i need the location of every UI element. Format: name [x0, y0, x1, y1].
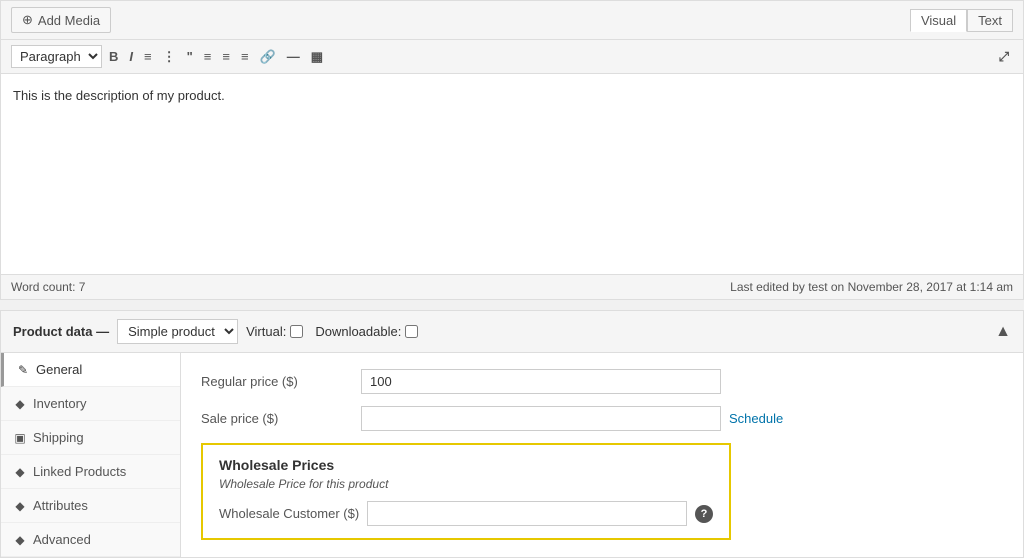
word-count: Word count: 7 — [11, 280, 85, 294]
regular-price-input[interactable] — [361, 369, 721, 394]
attributes-icon: ◆ — [13, 499, 27, 513]
inventory-icon: ◆ — [13, 397, 27, 411]
unordered-list-button[interactable]: ≡ — [140, 48, 156, 65]
sidebar-item-shipping[interactable]: ▣ Shipping — [1, 421, 180, 455]
sidebar-item-inventory[interactable]: ◆ Inventory — [1, 387, 180, 421]
product-main: Regular price ($) Sale price ($) Schedul… — [181, 353, 1023, 557]
paragraph-select[interactable]: Paragraph — [11, 45, 102, 68]
align-left-button[interactable]: ≡ — [200, 48, 216, 65]
sidebar-item-inventory-label: Inventory — [33, 396, 86, 411]
sidebar-item-attributes[interactable]: ◆ Attributes — [1, 489, 180, 523]
product-data-body: ✎ General ◆ Inventory ▣ Shipping ◆ Linke… — [1, 353, 1023, 557]
view-tabs: Visual Text — [910, 9, 1013, 32]
sale-price-row: Sale price ($) Schedule — [201, 406, 1003, 431]
sidebar-item-linked-products-label: Linked Products — [33, 464, 126, 479]
wholesale-customer-row: Wholesale Customer ($) ? — [219, 501, 713, 526]
editor-area: ⊕ Add Media Visual Text Paragraph B I ≡ … — [0, 0, 1024, 300]
general-icon: ✎ — [16, 363, 30, 377]
product-data-title: Product data — — [13, 324, 109, 339]
product-data-header: Product data — Simple product Virtual: D… — [1, 311, 1023, 353]
product-data-section: Product data — Simple product Virtual: D… — [0, 310, 1024, 558]
help-icon[interactable]: ? — [695, 505, 713, 523]
downloadable-label[interactable]: Downloadable: — [315, 324, 418, 339]
sidebar-item-attributes-label: Attributes — [33, 498, 88, 513]
regular-price-label: Regular price ($) — [201, 374, 361, 389]
visual-tab[interactable]: Visual — [910, 9, 967, 32]
sidebar-item-advanced-label: Advanced — [33, 532, 91, 547]
align-center-button[interactable]: ≡ — [218, 48, 234, 65]
editor-text: This is the description of my product. — [13, 86, 1011, 107]
format-toolbar: Paragraph B I ≡ ⋮ " ≡ ≡ ≡ 🔗 ― ▦ ⤢ — [1, 40, 1023, 74]
sidebar-item-general-label: General — [36, 362, 82, 377]
editor-toolbar-top: ⊕ Add Media Visual Text — [1, 1, 1023, 40]
add-media-button[interactable]: ⊕ Add Media — [11, 7, 111, 33]
editor-content[interactable]: This is the description of my product. — [1, 74, 1023, 274]
product-sidebar: ✎ General ◆ Inventory ▣ Shipping ◆ Linke… — [1, 353, 181, 557]
ordered-list-button[interactable]: ⋮ — [159, 48, 180, 65]
editor-footer: Word count: 7 Last edited by test on Nov… — [1, 274, 1023, 299]
wholesale-customer-input[interactable] — [367, 501, 687, 526]
product-type-select[interactable]: Simple product — [117, 319, 238, 344]
sale-price-label: Sale price ($) — [201, 411, 361, 426]
sidebar-item-linked-products[interactable]: ◆ Linked Products — [1, 455, 180, 489]
product-data-header-left: Product data — Simple product Virtual: D… — [13, 319, 418, 344]
wholesale-customer-label: Wholesale Customer ($) — [219, 506, 359, 521]
sidebar-item-general[interactable]: ✎ General — [1, 353, 180, 387]
last-edited: Last edited by test on November 28, 2017… — [730, 280, 1013, 294]
link-button[interactable]: 🔗 — [256, 48, 280, 65]
add-media-label: Add Media — [38, 13, 100, 28]
toolbar-toggle-button[interactable]: ▦ — [307, 48, 327, 65]
virtual-label[interactable]: Virtual: — [246, 324, 303, 339]
wholesale-prices-box: Wholesale Prices Wholesale Price for thi… — [201, 443, 731, 540]
bold-button[interactable]: B — [105, 48, 122, 65]
blockquote-button[interactable]: " — [183, 48, 197, 65]
regular-price-row: Regular price ($) — [201, 369, 1003, 394]
collapse-button[interactable]: ▲ — [995, 323, 1011, 341]
text-tab[interactable]: Text — [967, 9, 1013, 32]
sale-price-input[interactable] — [361, 406, 721, 431]
advanced-icon: ◆ — [13, 533, 27, 547]
virtual-downloadable-options: Virtual: Downloadable: — [246, 324, 418, 339]
wholesale-title: Wholesale Prices — [219, 457, 713, 473]
linked-products-icon: ◆ — [13, 465, 27, 479]
virtual-checkbox[interactable] — [290, 325, 303, 338]
shipping-icon: ▣ — [13, 431, 27, 445]
sidebar-item-advanced[interactable]: ◆ Advanced — [1, 523, 180, 557]
add-media-icon: ⊕ — [22, 12, 33, 28]
align-right-button[interactable]: ≡ — [237, 48, 253, 65]
wholesale-subtitle: Wholesale Price for this product — [219, 477, 713, 491]
sidebar-item-shipping-label: Shipping — [33, 430, 84, 445]
more-button[interactable]: ― — [283, 48, 304, 65]
italic-button[interactable]: I — [125, 48, 137, 65]
fullscreen-button[interactable]: ⤢ — [995, 48, 1013, 65]
downloadable-checkbox[interactable] — [405, 325, 418, 338]
schedule-link[interactable]: Schedule — [729, 411, 783, 426]
